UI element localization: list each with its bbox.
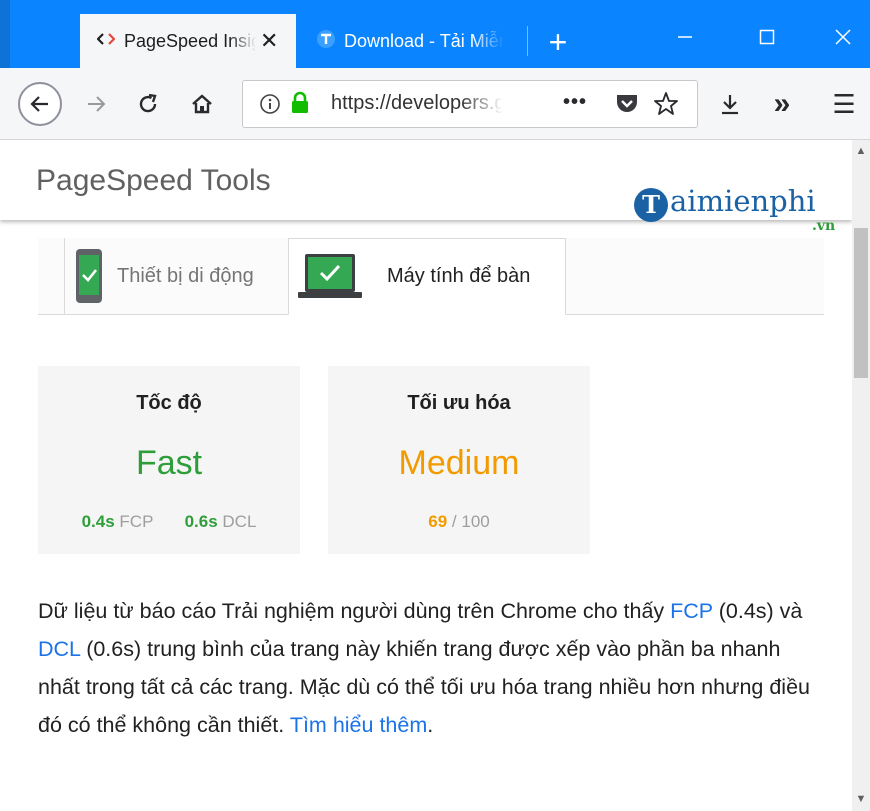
reload-icon xyxy=(139,93,157,113)
logo-word: aimienphi xyxy=(670,184,816,218)
fcp-label: FCP xyxy=(119,512,154,531)
scroll-down-icon[interactable]: ▼ xyxy=(852,790,870,808)
lock-icon[interactable] xyxy=(289,91,311,120)
vertical-scrollbar[interactable]: ▲ ▼ xyxy=(852,140,870,811)
speed-heading: Tốc độ xyxy=(136,392,202,414)
tab-title: PageSpeed Insights xyxy=(124,30,256,51)
optimization-rating: Medium xyxy=(398,444,520,482)
url-text[interactable]: https://developers.google.com/speed/page… xyxy=(331,92,503,115)
back-icon xyxy=(30,96,48,112)
pocket-icon[interactable] xyxy=(615,93,639,120)
dcl-link[interactable]: DCL xyxy=(38,637,80,661)
bookmark-star-icon[interactable] xyxy=(653,91,679,122)
forward-button[interactable] xyxy=(78,86,114,122)
title-bar-edge xyxy=(0,0,10,68)
description-paragraph: Dữ liệu từ báo cáo Trải nghiệm người dùn… xyxy=(38,592,828,744)
navigation-toolbar: https://developers.google.com/speed/page… xyxy=(0,68,870,140)
description-end: . xyxy=(427,713,434,737)
title-bar: PageSpeed Insights ✕ Download - Tải Miễn… xyxy=(0,0,870,68)
page-title: PageSpeed Tools xyxy=(36,164,271,197)
taimienphi-logo: T aimienphi .vn xyxy=(634,184,848,236)
overflow-chevron-icon[interactable]: » xyxy=(762,84,802,124)
tab-mobile-label: Thiết bị di động xyxy=(117,264,254,287)
phone-icon xyxy=(76,249,102,303)
menu-icon[interactable]: ☰ xyxy=(824,86,864,122)
logo-badge: T xyxy=(634,188,668,222)
speed-rating: Fast xyxy=(135,444,203,482)
reload-button[interactable] xyxy=(130,86,166,122)
download-icon xyxy=(722,95,738,115)
dcl-value: 0.6s xyxy=(184,512,218,531)
maximize-button[interactable] xyxy=(742,20,792,60)
speed-card: Tốc độ Fast 0.4s FCP 0.6s DCL xyxy=(38,366,300,554)
tab-separator xyxy=(527,26,528,56)
home-button[interactable] xyxy=(184,86,220,122)
tab-desktop[interactable]: Máy tính để bàn xyxy=(288,238,566,315)
blue-t-favicon-icon xyxy=(316,29,336,53)
new-tab-button[interactable]: + xyxy=(538,22,578,62)
minimize-button[interactable] xyxy=(660,20,710,60)
fcp-link[interactable]: FCP xyxy=(670,599,713,623)
page-content: PageSpeed Tools T aimienphi .vn Thiết bị… xyxy=(0,140,852,811)
laptop-icon xyxy=(298,253,362,298)
logo-tld: .vn xyxy=(812,218,836,234)
url-bar[interactable]: https://developers.google.com/speed/page… xyxy=(242,80,698,128)
tab-desktop-label: Máy tính để bàn xyxy=(387,265,531,287)
optimization-score: 69 / 100 xyxy=(328,512,590,532)
score-max: / 100 xyxy=(451,512,490,531)
scroll-thumb[interactable] xyxy=(854,228,868,378)
tab-title: Download - Tải Miễn Phí xyxy=(344,30,504,51)
page-header: PageSpeed Tools T aimienphi .vn xyxy=(0,140,852,234)
dcl-label: DCL xyxy=(222,512,257,531)
download-button[interactable] xyxy=(712,86,748,122)
scroll-up-icon[interactable]: ▲ xyxy=(852,142,870,160)
tab-download[interactable]: Download - Tải Miễn Phí xyxy=(300,14,530,68)
score-value: 69 xyxy=(428,512,448,531)
learn-more-link[interactable]: Tìm hiểu thêm xyxy=(290,713,427,737)
optimization-card: Tối ưu hóa Medium 69 / 100 xyxy=(328,366,590,554)
optimization-heading: Tối ưu hóa xyxy=(407,392,511,414)
description-text: (0.4s) và xyxy=(712,599,803,623)
page-actions-icon[interactable]: ••• xyxy=(563,91,587,114)
speed-metrics: 0.4s FCP 0.6s DCL xyxy=(38,512,300,532)
close-window-button[interactable] xyxy=(818,20,868,60)
tab-mobile[interactable]: Thiết bị di động xyxy=(64,238,288,314)
home-icon xyxy=(192,94,212,114)
fcp-value: 0.4s xyxy=(81,512,115,531)
forward-icon xyxy=(88,96,106,112)
tab-pagespeed[interactable]: PageSpeed Insights ✕ xyxy=(80,14,296,68)
device-tabs: Thiết bị di động Máy tính để bàn xyxy=(38,238,824,315)
tab-close-icon[interactable]: ✕ xyxy=(260,28,278,54)
back-button[interactable] xyxy=(18,82,62,126)
info-icon[interactable] xyxy=(259,93,281,120)
description-text: Dữ liệu từ báo cáo Trải nghiệm người dùn… xyxy=(38,599,671,623)
code-brackets-icon xyxy=(96,32,116,50)
